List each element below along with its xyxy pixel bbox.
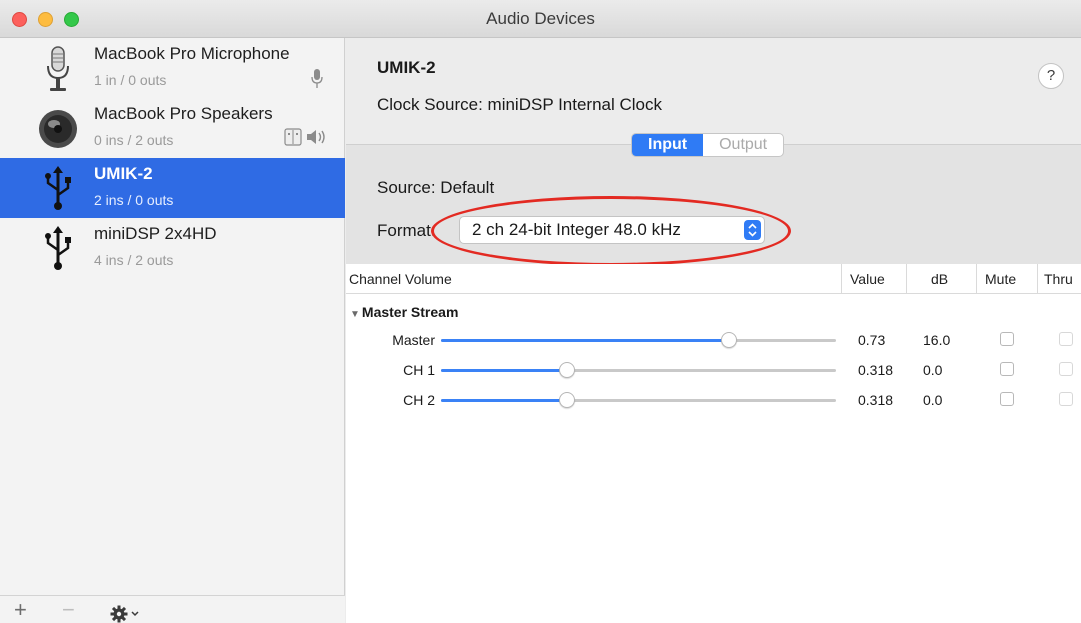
format-label: Format: — [377, 221, 436, 240]
device-item-macbook-pro-speakers[interactable]: MacBook Pro Speakers 0 ins / 2 outs — [0, 98, 345, 158]
table-row: CH 1 0.318 0.0 — [346, 356, 1081, 386]
device-name: miniDSP 2x4HD — [94, 224, 217, 243]
finder-icon — [284, 128, 302, 146]
device-io: 4 ins / 2 outs — [94, 252, 174, 268]
sidebar-footer: + − — [0, 595, 345, 623]
disclosure-triangle-icon: ▼ — [350, 309, 360, 320]
channel-volume-table: Channel Volume Value dB Mute Thru ▼ Maste… — [346, 264, 1081, 623]
device-item-minidsp-2x4hd[interactable]: miniDSP 2x4HD 4 ins / 2 outs — [0, 218, 345, 278]
chevron-down-icon — [131, 611, 139, 617]
clock-source: Clock Source: miniDSP Internal Clock — [377, 95, 663, 114]
slider-knob[interactable] — [559, 392, 575, 408]
slider-knob[interactable] — [559, 362, 575, 378]
table-row: Master 0.73 16.0 — [346, 326, 1081, 356]
table-header: Channel Volume Value dB Mute Thru — [346, 264, 1081, 294]
slider-knob[interactable] — [721, 332, 737, 348]
window-title: Audio Devices — [486, 9, 595, 28]
thru-checkbox[interactable] — [1059, 332, 1073, 346]
device-name: MacBook Pro Microphone — [94, 44, 290, 63]
column-header-channel-volume[interactable]: Channel Volume — [346, 264, 841, 294]
device-item-umik-2[interactable]: UMIK-2 2 ins / 0 outs — [0, 158, 345, 218]
group-label: Master Stream — [361, 304, 459, 320]
device-io: 1 in / 0 outs — [94, 72, 167, 88]
slider-fill — [441, 369, 567, 372]
help-button[interactable]: ? — [1038, 63, 1064, 89]
volume-slider[interactable] — [441, 332, 836, 348]
volume-value: 0.318 — [858, 362, 894, 378]
column-header-db[interactable]: dB — [906, 264, 976, 294]
device-io: 2 ins / 0 outs — [94, 192, 174, 208]
thru-checkbox[interactable] — [1059, 392, 1073, 406]
device-list-sidebar: MacBook Pro Microphone 1 in / 0 outs Mac… — [0, 38, 345, 623]
channel-label: Master — [392, 332, 435, 348]
device-title: UMIK-2 — [377, 58, 436, 77]
source-label: Source: Default — [377, 178, 495, 197]
add-device-button[interactable]: + — [14, 596, 27, 623]
audio-devices-window: Audio Devices MacBook Pro Microphone 1 i… — [0, 0, 1081, 623]
channel-label: CH 1 — [403, 362, 435, 378]
device-io: 0 ins / 2 outs — [94, 132, 174, 148]
usb-icon — [45, 226, 71, 270]
device-item-macbook-pro-microphone[interactable]: MacBook Pro Microphone 1 in / 0 outs — [0, 38, 345, 98]
device-detail-panel: UMIK-2 Clock Source: miniDSP Internal Cl… — [346, 38, 1081, 623]
slider-fill — [441, 339, 729, 342]
volume-db: 0.0 — [923, 362, 943, 378]
column-header-thru[interactable]: Thru — [1037, 264, 1081, 294]
usb-icon — [45, 166, 71, 210]
volume-value: 0.73 — [858, 332, 886, 348]
action-menu-button[interactable] — [110, 602, 139, 623]
microphone-icon — [47, 46, 69, 91]
volume-slider[interactable] — [441, 392, 836, 408]
mute-checkbox[interactable] — [1000, 362, 1014, 376]
slider-fill — [441, 399, 567, 402]
output-speaker-icon — [307, 130, 325, 144]
thru-checkbox[interactable] — [1059, 362, 1073, 376]
column-header-value[interactable]: Value — [841, 264, 906, 294]
channel-label: CH 2 — [403, 392, 435, 408]
title-bar: Audio Devices — [0, 0, 1081, 38]
volume-db: 16.0 — [923, 332, 951, 348]
volume-value: 0.318 — [858, 392, 894, 408]
device-name: UMIK-2 — [94, 164, 153, 183]
volume-db: 0.0 — [923, 392, 943, 408]
column-header-mute[interactable]: Mute — [976, 264, 1037, 294]
gear-icon — [110, 605, 139, 623]
mute-checkbox[interactable] — [1000, 332, 1014, 346]
input-output-segmented-control: Input Output — [631, 133, 785, 157]
volume-slider[interactable] — [441, 362, 836, 378]
speaker-icon — [39, 110, 77, 148]
input-microphone-icon — [311, 69, 323, 88]
table-row: CH 2 0.318 0.0 — [346, 386, 1081, 416]
tab-output[interactable]: Output — [703, 134, 783, 156]
master-stream-group[interactable]: ▼ Master Stream — [350, 304, 458, 320]
remove-device-button[interactable]: − — [62, 596, 75, 623]
annotation-ellipse — [431, 196, 791, 266]
device-name: MacBook Pro Speakers — [94, 104, 273, 123]
tab-input[interactable]: Input — [632, 134, 704, 156]
mute-checkbox[interactable] — [1000, 392, 1014, 406]
